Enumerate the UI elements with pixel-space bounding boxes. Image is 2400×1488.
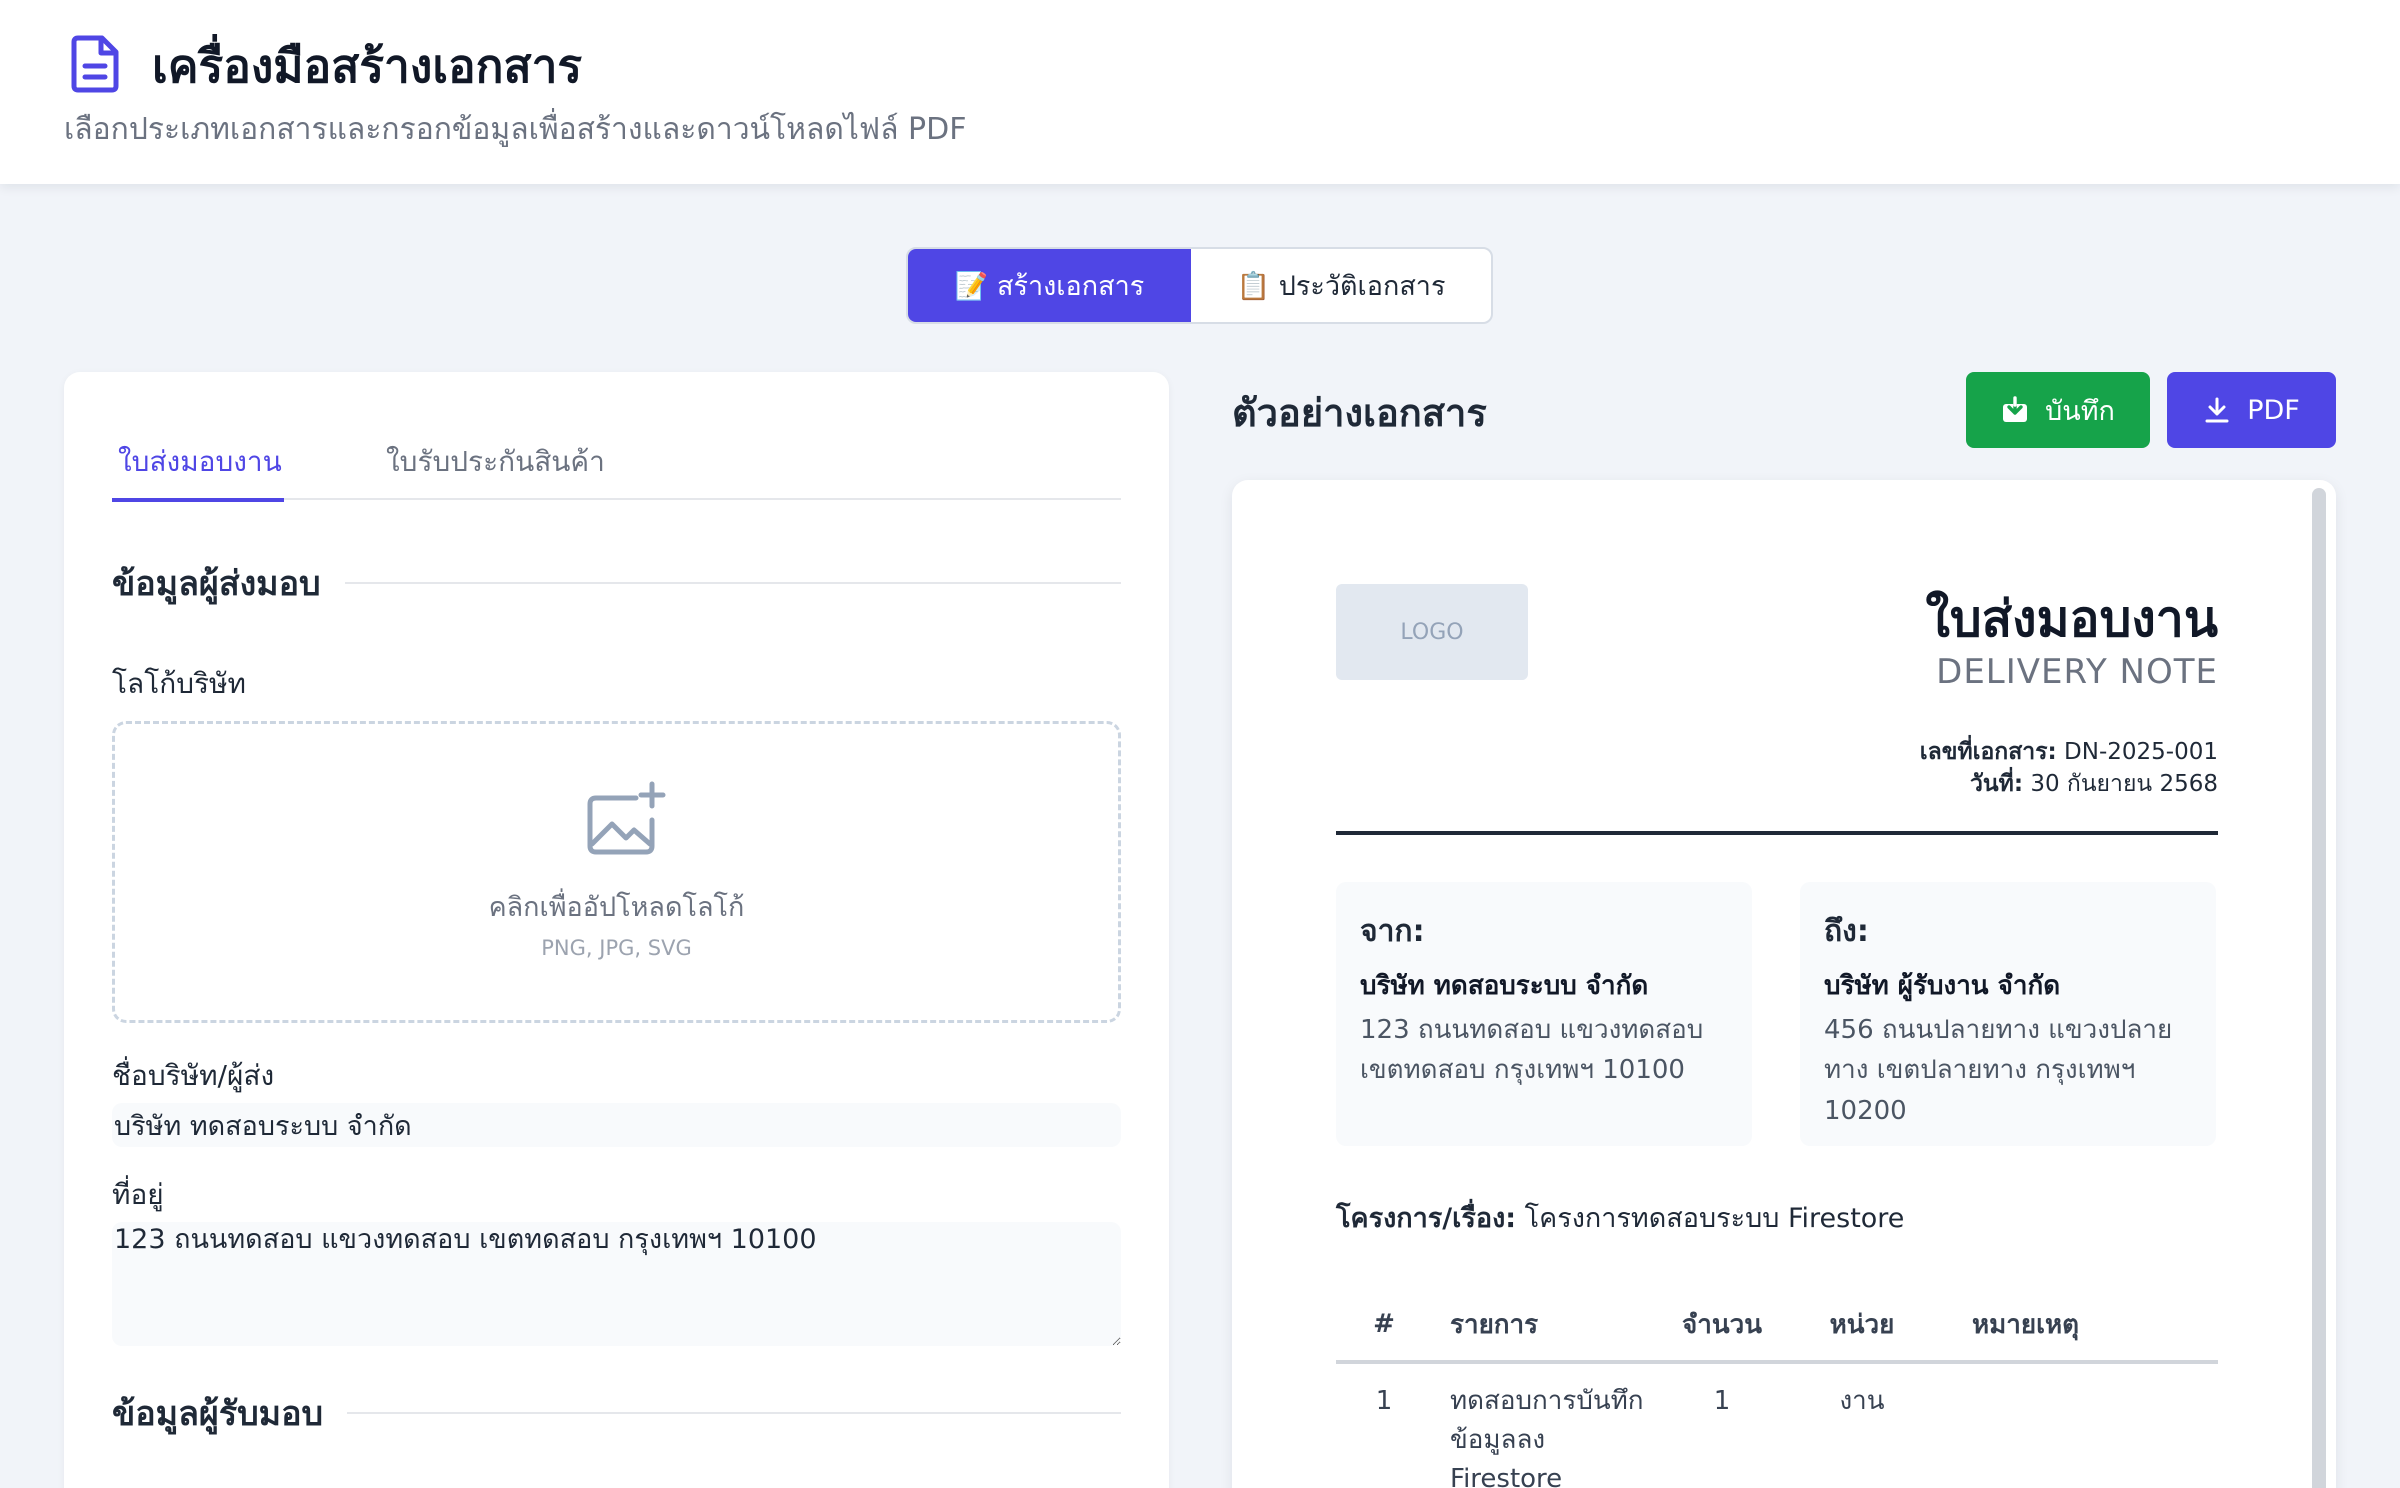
- upload-text: คลิกเพื่ออัปโหลดโลโก้: [488, 892, 745, 923]
- logo-placeholder: LOGO: [1336, 584, 1528, 680]
- logo-upload-dropzone[interactable]: คลิกเพื่ออัปโหลดโลโก้ PNG, JPG, SVG: [112, 721, 1121, 1023]
- document-preview: LOGO ใบส่งมอบงาน DELIVERY NOTE เลขที่เอก…: [1232, 480, 2336, 1488]
- column-header: รายการ: [1432, 1288, 1652, 1364]
- column-header: หน่วย: [1792, 1288, 1932, 1364]
- preview-scrollbar[interactable]: [2312, 488, 2326, 1488]
- document-number-value: DN-2025-001: [2064, 739, 2218, 765]
- upload-hint: PNG, JPG, SVG: [541, 936, 692, 960]
- to-name: บริษัท ผู้รับงาน จำกัด: [1824, 971, 2061, 1001]
- from-label: จาก:: [1360, 914, 1425, 949]
- table-cell: ทดสอบการบันทึกข้อมูลลง Firestore: [1450, 1386, 1644, 1488]
- download-pdf-button[interactable]: PDF: [2167, 372, 2336, 448]
- form-card: ใบส่งมอบงาน ใบรับประกันสินค้า ข้อมูลผู้ส…: [64, 372, 1169, 1488]
- table-cell: งาน: [1839, 1386, 1885, 1416]
- from-party-box: จาก: บริษัท ทดสอบระบบ จำกัด 123 ถนนทดสอบ…: [1336, 882, 1752, 1146]
- from-address: 123 ถนนทดสอบ แขวงทดสอบ เขตทดสอบ กรุงเทพฯ…: [1360, 1015, 1704, 1086]
- document-title: ใบส่งมอบงาน: [1925, 590, 2218, 648]
- app-title: เครื่องมือสร้างเอกสาร: [152, 39, 583, 93]
- app-header: เครื่องมือสร้างเอกสาร เลือกประเภทเอกสารแ…: [0, 0, 2400, 184]
- app-subtitle: เลือกประเภทเอกสารและกรอกข้อมูลเพื่อสร้าง…: [64, 112, 967, 147]
- document-icon: [71, 35, 119, 93]
- save-button[interactable]: บันทึก: [1966, 372, 2150, 448]
- receiver-section-title: ข้อมูลผู้รับมอบ: [112, 1394, 324, 1434]
- column-header: จำนวน: [1652, 1288, 1792, 1364]
- document-date: วันที่: 30 กันยายน 2568: [1970, 766, 2218, 802]
- table-cell: 1: [1713, 1386, 1731, 1416]
- project-label: โครงการ/เรื่อง:: [1336, 1203, 1517, 1234]
- download-icon: [2205, 397, 2229, 423]
- tab-delivery-note[interactable]: ใบส่งมอบงาน: [112, 432, 284, 502]
- logo-label: โลโก้บริษัท: [112, 667, 246, 700]
- items-table: # รายการ จำนวน หน่วย หมายเหตุ 1 ทดสอบการ…: [1336, 1288, 2218, 1488]
- document-subtitle: DELIVERY NOTE: [1936, 652, 2218, 692]
- document-number-label: เลขที่เอกสาร:: [1919, 739, 2057, 765]
- to-label: ถึง:: [1824, 914, 1869, 949]
- document-type-tabs: ใบส่งมอบงาน ใบรับประกันสินค้า: [112, 432, 1121, 502]
- save-icon: [2003, 396, 2028, 422]
- pdf-button-label: PDF: [2247, 394, 2300, 426]
- divider: [1336, 831, 2218, 835]
- column-header: #: [1336, 1288, 1432, 1364]
- document-date-value: 30 กันยายน 2568: [2030, 771, 2218, 797]
- table-cell: 1: [1375, 1386, 1393, 1416]
- tab-document-history[interactable]: 📋 ประวัติเอกสาร: [1191, 249, 1491, 322]
- project-line: โครงการ/เรื่อง: โครงการทดสอบระบบ Firesto…: [1336, 1196, 1904, 1239]
- address-input[interactable]: 123 ถนนทดสอบ แขวงทดสอบ เขตทดสอบ กรุงเทพฯ…: [112, 1222, 1121, 1346]
- document-date-label: วันที่:: [1970, 771, 2024, 797]
- sender-section-heading: ข้อมูลผู้ส่งมอบ: [112, 558, 1121, 608]
- sender-section-title: ข้อมูลผู้ส่งมอบ: [112, 564, 321, 604]
- project-value: โครงการทดสอบระบบ Firestore: [1524, 1203, 1905, 1234]
- image-add-icon: [587, 781, 666, 855]
- tab-warranty-card[interactable]: ใบรับประกันสินค้า: [386, 432, 605, 500]
- to-address: 456 ถนนปลายทาง แขวงปลายทาง เขตปลายทาง กร…: [1824, 1015, 2173, 1126]
- to-party-box: ถึง: บริษัท ผู้รับงาน จำกัด 456 ถนนปลายท…: [1800, 882, 2216, 1146]
- company-name-input[interactable]: [112, 1103, 1121, 1147]
- table-header-row: # รายการ จำนวน หน่วย หมายเหตุ: [1336, 1288, 2218, 1364]
- save-button-label: บันทึก: [2045, 395, 2115, 427]
- document-number: เลขที่เอกสาร: DN-2025-001: [1920, 734, 2218, 770]
- table-cell: [1932, 1362, 2218, 1488]
- preview-title: ตัวอย่างเอกสาร: [1232, 391, 1487, 435]
- from-name: บริษัท ทดสอบระบบ จำกัด: [1360, 971, 1649, 1001]
- tab-create-document[interactable]: 📝 สร้างเอกสาร: [908, 249, 1191, 322]
- column-header: หมายเหตุ: [1932, 1288, 2218, 1364]
- company-name-label: ชื่อบริษัท/ผู้ส่ง: [112, 1059, 275, 1092]
- address-label: ที่อยู่: [112, 1178, 164, 1211]
- receiver-section-heading: ข้อมูลผู้รับมอบ: [112, 1388, 1121, 1438]
- main-tabs: 📝 สร้างเอกสาร 📋 ประวัติเอกสาร: [906, 247, 1493, 324]
- table-row: 1 ทดสอบการบันทึกข้อมูลลง Firestore 1 งาน: [1336, 1362, 2218, 1488]
